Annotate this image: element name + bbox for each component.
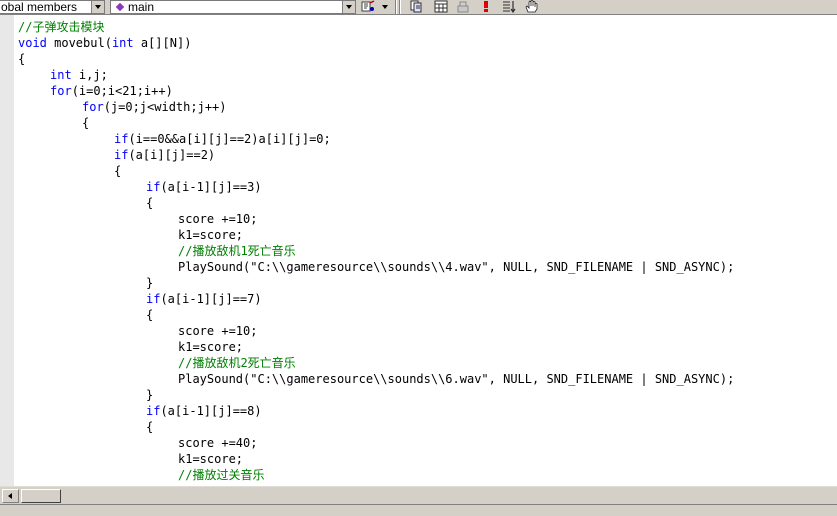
code-token: score +=10; bbox=[178, 324, 258, 338]
code-token: a[][N]) bbox=[133, 36, 192, 50]
code-line: k1=score; bbox=[178, 227, 243, 243]
code-line: //播放敌机1死亡音乐 bbox=[178, 243, 296, 259]
code-token: } bbox=[146, 388, 154, 402]
keyword-token: if bbox=[146, 404, 161, 418]
comment-token: //播放敌机1死亡音乐 bbox=[178, 244, 296, 258]
chevron-down-icon[interactable] bbox=[91, 1, 104, 13]
code-line: PlaySound("C:\\gameresource\\sounds\\6.w… bbox=[178, 371, 734, 387]
code-line: { bbox=[146, 307, 153, 323]
code-token: (a[i-1][j]==7) bbox=[160, 292, 262, 306]
code-line: if(a[i-1][j]==8) bbox=[146, 403, 262, 419]
step-into-icon[interactable] bbox=[502, 0, 517, 13]
comment-token: //子弹攻击模块 bbox=[18, 20, 105, 34]
chevron-down-icon[interactable] bbox=[342, 1, 355, 13]
code-line: { bbox=[146, 195, 153, 211]
code-line: //子弹攻击模块 bbox=[18, 19, 104, 35]
keyword-token: if bbox=[114, 148, 129, 162]
code-line: score +=40; bbox=[178, 435, 257, 451]
code-line: int i,j; bbox=[50, 67, 108, 83]
wizard-toolbar: obal members main bbox=[0, 0, 837, 15]
code-token: PlaySound("C:\\gameresource\\sounds\\6.w… bbox=[178, 372, 735, 386]
code-token: { bbox=[146, 196, 154, 210]
code-token: { bbox=[18, 52, 26, 66]
keyword-token: void bbox=[18, 36, 47, 50]
code-line: if(a[i][j]==2) bbox=[114, 147, 215, 163]
code-token: { bbox=[82, 116, 90, 130]
scroll-left-button[interactable] bbox=[2, 489, 19, 503]
code-line: { bbox=[146, 419, 153, 435]
comment-token: //播放敌机2死亡音乐 bbox=[178, 356, 296, 370]
code-line: if(a[i-1][j]==3) bbox=[146, 179, 262, 195]
code-token: { bbox=[114, 164, 122, 178]
code-line: } bbox=[146, 387, 153, 403]
dropdown-arrow-icon[interactable] bbox=[380, 0, 390, 13]
code-token: (a[i-1][j]==3) bbox=[160, 180, 262, 194]
code-line: //播放敌机2死亡音乐 bbox=[178, 355, 296, 371]
code-token: score +=40; bbox=[178, 436, 258, 450]
code-token: (a[i][j]==2) bbox=[128, 148, 216, 162]
code-line: { bbox=[114, 163, 121, 179]
code-line: void movebul(int a[][N]) bbox=[18, 35, 191, 51]
code-token: (j=0;j<width;j++) bbox=[103, 100, 227, 114]
build-exclamation-icon[interactable] bbox=[481, 0, 491, 13]
code-token: { bbox=[146, 308, 154, 322]
keyword-token: if bbox=[146, 180, 161, 194]
code-line: //播放过关音乐 bbox=[178, 467, 264, 483]
comment-token: //播放过关音乐 bbox=[178, 468, 265, 482]
code-token: score +=10; bbox=[178, 212, 258, 226]
function-diamond-icon bbox=[115, 2, 125, 12]
keyword-token: int bbox=[111, 36, 134, 50]
breakpoint-list-icon[interactable] bbox=[410, 0, 425, 13]
members-combo-value: main bbox=[128, 0, 155, 14]
ide-window: obal members main //子弹攻击模块 void movebul(… bbox=[0, 0, 837, 516]
code-token: k1=score; bbox=[178, 452, 244, 466]
keyword-token: int bbox=[50, 68, 72, 82]
toolbar-separator bbox=[395, 0, 397, 14]
bottom-panel-edge bbox=[0, 504, 837, 516]
horizontal-scrollbar[interactable] bbox=[0, 486, 837, 504]
code-line: { bbox=[18, 51, 25, 67]
code-line: score +=10; bbox=[178, 323, 257, 339]
code-token: PlaySound("C:\\gameresource\\sounds\\4.w… bbox=[178, 260, 735, 274]
code-line: score +=10; bbox=[178, 211, 257, 227]
code-line: for(i=0;i<21;i++) bbox=[50, 83, 173, 99]
members-combo[interactable]: main bbox=[110, 0, 356, 14]
code-line: PlaySound("C:\\gameresource\\sounds\\4.w… bbox=[178, 259, 734, 275]
code-token: { bbox=[146, 420, 154, 434]
keyword-token: for bbox=[50, 84, 72, 98]
code-token: (i=0;i<21;i++) bbox=[71, 84, 173, 98]
code-token: i,j; bbox=[71, 68, 108, 82]
code-line: k1=score; bbox=[178, 451, 243, 467]
code-line: } bbox=[146, 275, 153, 291]
code-token: k1=score; bbox=[178, 340, 244, 354]
scrollbar-thumb[interactable] bbox=[21, 489, 61, 503]
hand-icon[interactable] bbox=[524, 0, 539, 13]
keyword-token: if bbox=[146, 292, 161, 306]
scope-combo-value: obal members bbox=[1, 0, 78, 14]
code-line: for(j=0;j<width;j++) bbox=[82, 99, 227, 115]
code-token: (a[i-1][j]==8) bbox=[160, 404, 262, 418]
code-line: if(a[i-1][j]==7) bbox=[146, 291, 262, 307]
code-line: if(i==0&&a[i][j]==2)a[i][j]=0; bbox=[114, 131, 331, 147]
scope-combo[interactable]: obal members bbox=[0, 0, 105, 14]
toolbar-separator bbox=[399, 0, 401, 14]
workspace-icon[interactable] bbox=[434, 0, 449, 13]
code-line: { bbox=[82, 115, 89, 131]
code-token: } bbox=[146, 276, 154, 290]
code-token: (i==0&&a[i][j]==2)a[i][j]=0; bbox=[128, 132, 331, 146]
keyword-token: if bbox=[114, 132, 129, 146]
editor-gutter bbox=[0, 15, 14, 486]
code-token: k1=score; bbox=[178, 228, 244, 242]
compile-icon[interactable] bbox=[456, 0, 471, 13]
code-editor[interactable]: //子弹攻击模块 void movebul(int a[][N]){int i,j… bbox=[0, 15, 837, 486]
code-line: k1=score; bbox=[178, 339, 243, 355]
code-token: movebul( bbox=[46, 36, 112, 50]
filter-wand-icon[interactable] bbox=[361, 0, 375, 13]
keyword-token: for bbox=[82, 100, 104, 114]
